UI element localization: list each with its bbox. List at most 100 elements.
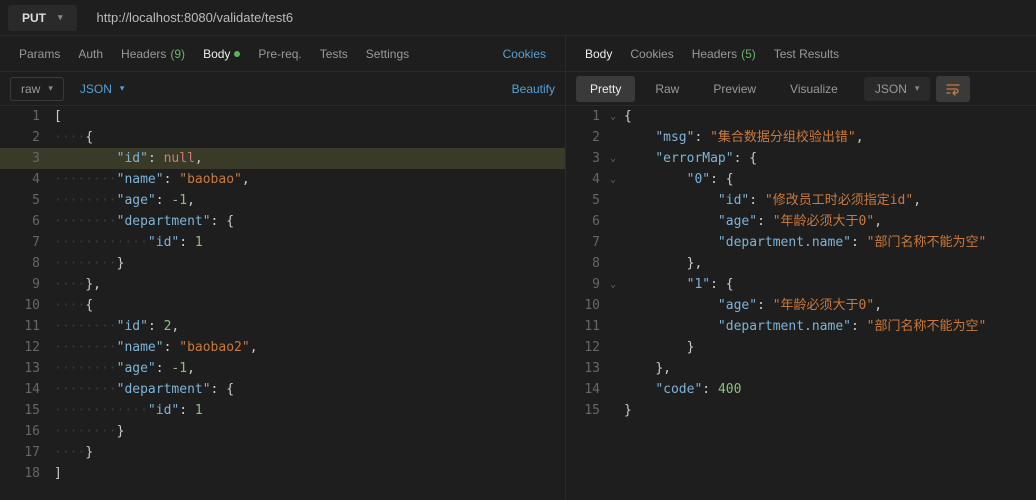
code-content: "0": { (624, 169, 734, 190)
response-tabs: Body Cookies Headers (5) Test Results (566, 36, 1036, 72)
code-line[interactable]: 7············"id": 1 (0, 232, 565, 253)
line-number: 5 (0, 190, 54, 211)
tab-prereq[interactable]: Pre-req. (249, 47, 310, 61)
line-number: 15 (0, 400, 54, 421)
http-method-select[interactable]: PUT ▾ (8, 5, 77, 31)
code-line[interactable]: 17····} (0, 442, 565, 463)
code-line[interactable]: 1[ (0, 106, 565, 127)
url-input[interactable] (87, 4, 1028, 31)
code-content: "errorMap": { (624, 148, 757, 169)
line-number: 8 (566, 253, 610, 274)
code-line[interactable]: 7 "department.name": "部门名称不能为空" (566, 232, 1036, 253)
tab-resp-body[interactable]: Body (576, 47, 621, 61)
line-number: 7 (0, 232, 54, 253)
line-number: 8 (0, 253, 54, 274)
response-body-viewer[interactable]: 1⌄{2 "msg": "集合数据分组校验出错",3⌄ "errorMap": … (566, 106, 1036, 500)
tab-resp-cookies[interactable]: Cookies (621, 47, 682, 61)
code-content: ········"id": null, (54, 148, 203, 169)
code-line[interactable]: 13········"age": -1, (0, 358, 565, 379)
tab-body[interactable]: Body (194, 47, 249, 61)
code-content: ] (54, 463, 62, 484)
code-line[interactable]: 4⌄ "0": { (566, 169, 1036, 190)
code-content: ····{ (54, 127, 93, 148)
code-content: ········"id": 2, (54, 316, 179, 337)
code-content: ········"age": -1, (54, 358, 195, 379)
fold-icon (610, 295, 624, 316)
code-line[interactable]: 8········} (0, 253, 565, 274)
fold-icon[interactable]: ⌄ (610, 148, 624, 169)
line-number: 6 (0, 211, 54, 232)
fold-icon (610, 190, 624, 211)
code-content: } (624, 337, 694, 358)
tab-resp-headers[interactable]: Headers (5) (683, 47, 765, 61)
fold-icon[interactable]: ⌄ (610, 274, 624, 295)
fold-icon[interactable]: ⌄ (610, 106, 624, 127)
code-line[interactable]: 10 "age": "年龄必须大于0", (566, 295, 1036, 316)
view-visualize[interactable]: Visualize (776, 76, 852, 102)
code-line[interactable]: 18] (0, 463, 565, 484)
code-line[interactable]: 10····{ (0, 295, 565, 316)
request-tabs: Params Auth Headers (9) Body Pre-req. Te… (0, 36, 565, 72)
code-line[interactable]: 15} (566, 400, 1036, 421)
code-line[interactable]: 12 } (566, 337, 1036, 358)
resp-lang-select[interactable]: JSON▾ (864, 77, 931, 101)
tab-headers[interactable]: Headers (9) (112, 47, 194, 61)
code-content: "code": 400 (624, 379, 741, 400)
body-lang-select[interactable]: JSON▾ (70, 78, 135, 100)
code-line[interactable]: 13 }, (566, 358, 1036, 379)
line-number: 3 (0, 148, 54, 169)
code-content: ········"department": { (54, 379, 234, 400)
code-line[interactable]: 11········"id": 2, (0, 316, 565, 337)
code-content: ········"name": "baobao", (54, 169, 250, 190)
tab-params[interactable]: Params (10, 47, 69, 61)
code-line[interactable]: 2····{ (0, 127, 565, 148)
fold-icon[interactable]: ⌄ (610, 169, 624, 190)
code-line[interactable]: 14 "code": 400 (566, 379, 1036, 400)
code-content: ········"department": { (54, 211, 234, 232)
code-line[interactable]: 16········} (0, 421, 565, 442)
code-line[interactable]: 9⌄ "1": { (566, 274, 1036, 295)
line-number: 12 (566, 337, 610, 358)
code-line[interactable]: 8 }, (566, 253, 1036, 274)
code-line[interactable]: 14········"department": { (0, 379, 565, 400)
line-number: 4 (0, 169, 54, 190)
line-number: 15 (566, 400, 610, 421)
tab-settings[interactable]: Settings (357, 47, 418, 61)
code-content: ····}, (54, 274, 101, 295)
line-number: 16 (0, 421, 54, 442)
body-type-select[interactable]: raw▾ (10, 77, 64, 101)
view-pretty[interactable]: Pretty (576, 76, 635, 102)
code-line[interactable]: 15············"id": 1 (0, 400, 565, 421)
code-line[interactable]: 11 "department.name": "部门名称不能为空" (566, 316, 1036, 337)
line-number: 10 (0, 295, 54, 316)
tab-tests[interactable]: Tests (311, 47, 357, 61)
fold-icon (610, 358, 624, 379)
code-line[interactable]: 6········"department": { (0, 211, 565, 232)
chevron-down-icon: ▾ (58, 12, 63, 23)
code-line[interactable]: 9····}, (0, 274, 565, 295)
code-line[interactable]: 12········"name": "baobao2", (0, 337, 565, 358)
code-line[interactable]: 3········"id": null, (0, 148, 565, 169)
beautify-button[interactable]: Beautify (512, 82, 555, 96)
code-line[interactable]: 1⌄{ (566, 106, 1036, 127)
code-line[interactable]: 6 "age": "年龄必须大于0", (566, 211, 1036, 232)
tab-test-results[interactable]: Test Results (765, 47, 848, 61)
line-number: 4 (566, 169, 610, 190)
line-number: 7 (566, 232, 610, 253)
http-method-label: PUT (22, 11, 46, 25)
view-raw[interactable]: Raw (641, 76, 693, 102)
tab-auth[interactable]: Auth (69, 47, 112, 61)
code-line[interactable]: 4········"name": "baobao", (0, 169, 565, 190)
code-line[interactable]: 3⌄ "errorMap": { (566, 148, 1036, 169)
request-body-editor[interactable]: 1[2····{3········"id": null,4········"na… (0, 106, 565, 500)
view-preview[interactable]: Preview (699, 76, 770, 102)
code-line[interactable]: 5········"age": -1, (0, 190, 565, 211)
line-number: 13 (0, 358, 54, 379)
code-line[interactable]: 2 "msg": "集合数据分组校验出错", (566, 127, 1036, 148)
code-content: "id": "修改员工时必须指定id", (624, 190, 921, 211)
line-number: 5 (566, 190, 610, 211)
cookies-link[interactable]: Cookies (494, 47, 555, 61)
code-line[interactable]: 5 "id": "修改员工时必须指定id", (566, 190, 1036, 211)
line-number: 11 (566, 316, 610, 337)
wrap-lines-icon[interactable] (936, 76, 970, 102)
